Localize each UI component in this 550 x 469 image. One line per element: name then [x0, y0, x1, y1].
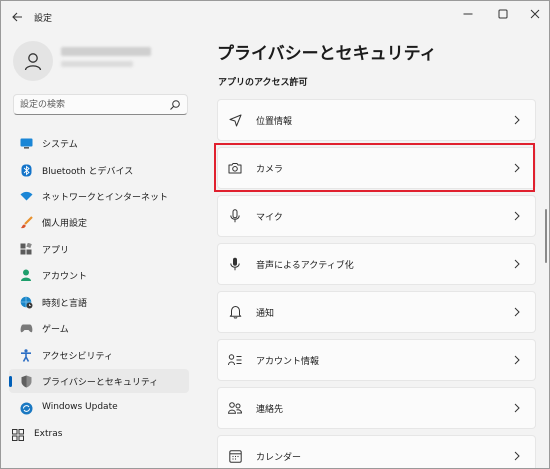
- settings-window: 設定 システム Blue: [0, 0, 550, 469]
- bell-icon: [228, 305, 242, 319]
- setting-row-voice-activation[interactable]: 音声によるアクティブ化: [217, 243, 536, 285]
- setting-row-calendar[interactable]: カレンダー: [217, 435, 536, 468]
- sidebar-item-label: ネットワークとインターネット: [42, 193, 169, 203]
- minimize-button[interactable]: [452, 3, 484, 25]
- camera-highlight-box: [214, 143, 535, 192]
- setting-row-contacts[interactable]: 連絡先: [217, 387, 536, 429]
- sidebar-item-personalization[interactable]: 個人用設定: [9, 210, 189, 234]
- sidebar-item-accounts[interactable]: アカウント: [9, 263, 189, 287]
- user-name: [61, 47, 151, 56]
- search-input[interactable]: [20, 97, 160, 112]
- minimize-icon: [463, 13, 473, 15]
- sidebar-item-label: システム: [42, 140, 78, 150]
- sidebar-item-system[interactable]: システム: [9, 131, 189, 155]
- maximize-button[interactable]: [487, 3, 519, 25]
- window-title: 設定: [34, 14, 53, 24]
- accessibility-icon: [19, 348, 33, 362]
- chevron-right-icon: [514, 211, 520, 221]
- wifi-icon: [19, 189, 33, 203]
- setting-row-location[interactable]: 位置情報: [217, 99, 536, 141]
- microphone-icon: [228, 209, 242, 223]
- row-label: アカウント情報: [256, 357, 320, 367]
- sidebar-item-label: Bluetooth とデバイス: [42, 167, 134, 177]
- system-icon: [19, 136, 33, 150]
- apps-icon: [19, 242, 33, 256]
- calendar-icon: [228, 449, 242, 463]
- page-title: プライバシーとセキュリティ: [217, 44, 437, 64]
- sidebar-item-label: 個人用設定: [42, 219, 88, 229]
- chevron-right-icon: [514, 355, 520, 365]
- selection-indicator: [9, 376, 12, 387]
- sidebar-item-network[interactable]: ネットワークとインターネット: [9, 184, 189, 208]
- sidebar-item-privacy-security[interactable]: プライバシーとセキュリティ: [9, 369, 189, 393]
- back-button[interactable]: [7, 7, 27, 27]
- chevron-right-icon: [514, 115, 520, 125]
- setting-row-microphone[interactable]: マイク: [217, 195, 536, 237]
- sidebar-item-label: アプリ: [42, 246, 70, 256]
- shield-icon: [19, 374, 33, 388]
- sidebar-item-label: Extras: [34, 429, 63, 439]
- row-label: 位置情報: [256, 117, 293, 127]
- close-icon: [530, 9, 540, 19]
- row-label: カレンダー: [256, 453, 302, 463]
- chevron-right-icon: [514, 307, 520, 317]
- location-icon: [228, 113, 242, 127]
- title-bar: 設定: [1, 1, 549, 33]
- account-icon: [19, 268, 33, 282]
- voice-activation-icon: [228, 257, 242, 271]
- sidebar-item-bluetooth[interactable]: Bluetooth とデバイス: [9, 158, 189, 182]
- avatar[interactable]: [13, 41, 53, 81]
- search-icon: [170, 100, 180, 110]
- chevron-right-icon: [514, 451, 520, 461]
- chevron-right-icon: [514, 259, 520, 269]
- sidebar-item-gaming[interactable]: ゲーム: [9, 316, 189, 340]
- sidebar-item-windows-update[interactable]: Windows Update: [9, 396, 189, 420]
- row-label: マイク: [256, 213, 283, 223]
- settings-search[interactable]: [13, 94, 188, 115]
- sidebar-item-label: 時刻と言語: [42, 299, 88, 309]
- extras-icon: [11, 428, 25, 442]
- sidebar-item-label: Windows Update: [42, 402, 118, 412]
- account-info-icon: [228, 353, 242, 367]
- sidebar-item-label: ゲーム: [42, 325, 69, 335]
- row-label: 音声によるアクティブ化: [256, 261, 354, 271]
- windows-update-icon: [19, 401, 33, 415]
- chevron-right-icon: [514, 403, 520, 413]
- sidebar-item-apps[interactable]: アプリ: [9, 237, 189, 261]
- user-icon: [24, 53, 42, 71]
- back-arrow-icon: [11, 12, 22, 22]
- setting-row-account-info[interactable]: アカウント情報: [217, 339, 536, 381]
- maximize-icon: [498, 9, 508, 19]
- section-header: アプリのアクセス許可: [218, 78, 308, 88]
- brush-icon: [19, 215, 33, 229]
- sidebar-item-label: アクセシビリティ: [42, 352, 114, 362]
- sidebar-item-label: プライバシーとセキュリティ: [42, 378, 159, 388]
- globe-clock-icon: [19, 295, 33, 309]
- user-email: [61, 61, 133, 67]
- row-label: 連絡先: [256, 405, 284, 415]
- main-scrollbar[interactable]: [545, 209, 547, 263]
- sidebar-item-label: アカウント: [42, 272, 88, 282]
- sidebar-item-time-language[interactable]: 時刻と言語: [9, 290, 189, 314]
- close-button[interactable]: [519, 3, 549, 25]
- sidebar-item-extras[interactable]: Extras: [1, 423, 181, 447]
- setting-row-notifications[interactable]: 通知: [217, 291, 536, 333]
- row-label: 通知: [256, 309, 275, 319]
- sidebar-item-accessibility[interactable]: アクセシビリティ: [9, 343, 189, 367]
- bluetooth-icon: [19, 163, 33, 177]
- gamepad-icon: [19, 321, 33, 335]
- contacts-icon: [228, 401, 242, 415]
